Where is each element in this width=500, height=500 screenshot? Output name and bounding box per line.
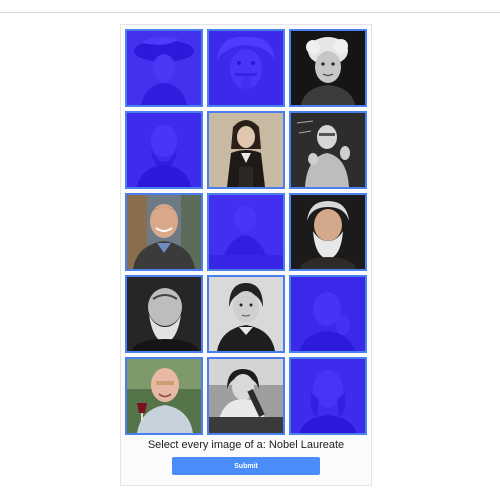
woman-with-microscope-photo bbox=[209, 359, 283, 433]
selection-overlay bbox=[127, 31, 201, 105]
image-captcha: Select every image of a: Nobel Laureate … bbox=[120, 24, 372, 486]
smiling-man-in-bookshelf-room-photo bbox=[127, 195, 201, 269]
selection-overlay bbox=[209, 31, 283, 105]
captcha-tile-woman-in-dark-sweater[interactable] bbox=[207, 275, 285, 353]
old-man-with-beard-photo bbox=[127, 277, 201, 351]
top-divider bbox=[0, 12, 500, 13]
captcha-tile-woman-in-feathered-hat[interactable] bbox=[125, 29, 203, 107]
captcha-tile-man-with-side-whiskers[interactable] bbox=[289, 357, 367, 435]
man-holding-wine-glass-photo bbox=[127, 359, 201, 433]
prompt-target: Nobel Laureate bbox=[268, 439, 345, 451]
captcha-tile-man-gesturing-at-blackboard[interactable] bbox=[289, 111, 367, 189]
image-grid bbox=[125, 29, 369, 437]
submit-button[interactable]: Submit bbox=[172, 457, 320, 475]
woman-in-dark-sweater-photo bbox=[209, 277, 283, 351]
long-haired-man-in-coat-photo bbox=[209, 113, 283, 187]
captcha-tile-man-with-hand-on-head[interactable] bbox=[289, 275, 367, 353]
selection-overlay bbox=[127, 113, 201, 187]
selection-overlay bbox=[209, 195, 283, 269]
captcha-tile-man-holding-wine-glass[interactable] bbox=[125, 357, 203, 435]
captcha-tile-long-haired-man-in-coat[interactable] bbox=[207, 111, 285, 189]
selection-overlay bbox=[291, 277, 365, 351]
captcha-tile-bearded-man-with-pince-nez[interactable] bbox=[125, 111, 203, 189]
captcha-prompt: Select every image of a: Nobel Laureate bbox=[121, 438, 371, 452]
captcha-tile-white-bearded-man[interactable] bbox=[289, 193, 367, 271]
man-gesturing-at-blackboard-photo bbox=[291, 113, 365, 187]
captcha-tile-smiling-man-in-bookshelf-room[interactable] bbox=[125, 193, 203, 271]
selection-overlay bbox=[291, 359, 365, 433]
captcha-tile-man-at-desk[interactable] bbox=[207, 193, 285, 271]
prompt-prefix: Select every image of a: bbox=[147, 439, 266, 451]
captcha-tile-man-sticking-out-tongue[interactable] bbox=[207, 29, 285, 107]
woman-with-curled-hair-photo bbox=[291, 31, 365, 105]
white-bearded-man-photo bbox=[291, 195, 365, 269]
captcha-tile-old-man-with-beard[interactable] bbox=[125, 275, 203, 353]
captcha-tile-woman-with-microscope[interactable] bbox=[207, 357, 285, 435]
captcha-tile-woman-with-curled-hair[interactable] bbox=[289, 29, 367, 107]
